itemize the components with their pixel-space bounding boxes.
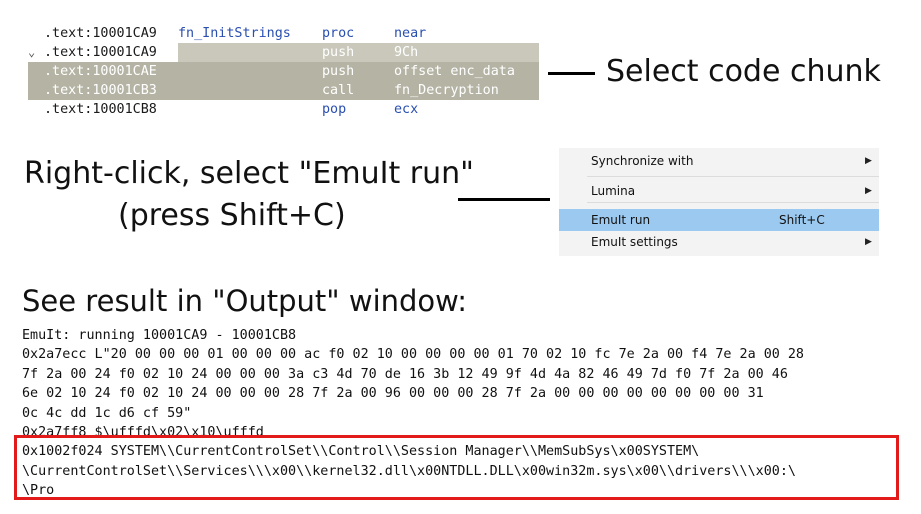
code-line[interactable]: ⌄ .text:10001CA9 push 9Ch — [20, 43, 580, 62]
code-address: .text:10001CA9 — [44, 26, 157, 41]
menu-pointer-line — [458, 198, 550, 201]
code-operand: 9Ch — [394, 45, 419, 60]
output-line: 6e 02 10 24 f0 02 10 24 00 00 00 28 7f 2… — [22, 386, 764, 402]
code-mnemonic: proc — [322, 26, 355, 41]
menu-item-label: Lumina — [591, 184, 636, 198]
output-line: EmuIt: running 10001CA9 - 10001CB8 — [22, 328, 297, 343]
context-menu: Synchronize with ▶ Lumina ▶ EmuIt run Shift+C… — [559, 148, 879, 256]
code-operand: near — [394, 26, 427, 41]
menu-item-lumina[interactable]: Lumina ▶ — [559, 180, 879, 202]
shortcut-callout: (press Shift+C) — [118, 198, 346, 233]
code-mnemonic: pop — [322, 102, 347, 117]
disassembly-listing[interactable]: .text:10001CA9 fn_InitStrings proc near ⌄ .te… — [20, 24, 580, 119]
submenu-arrow-icon: ▶ — [865, 186, 872, 196]
output-line: 0x2a7ecc L"20 00 00 00 01 00 00 00 ac f0… — [22, 347, 804, 363]
menu-item-emuit-settings[interactable]: EmuIt settings ▶ — [559, 231, 879, 253]
menu-separator — [587, 202, 879, 203]
menu-item-synchronize-with[interactable]: Synchronize with ▶ — [559, 150, 879, 172]
submenu-arrow-icon: ▶ — [865, 237, 872, 247]
menu-item-emuit-run[interactable]: EmuIt run Shift+C — [559, 209, 879, 231]
select-callout: Select code chunk — [606, 54, 881, 89]
code-operand: ecx — [394, 102, 419, 117]
menu-item-shortcut: Shift+C — [779, 213, 825, 227]
right-click-callout: Right-click, select "EmuIt run" — [24, 156, 474, 191]
code-address: .text:10001CAE — [44, 64, 157, 79]
collapse-chevron-icon: ⌄ — [28, 45, 36, 59]
code-line[interactable]: .text:10001CAE push offset enc_data — [20, 62, 580, 81]
result-callout: See result in "Output" window: — [22, 284, 468, 318]
output-line: 0c 4c dd 1c d6 cf 59" — [22, 405, 192, 421]
code-label: fn_InitStrings — [178, 26, 291, 41]
menu-item-label: EmuIt run — [591, 213, 651, 227]
code-address: .text:10001CB8 — [44, 102, 157, 117]
code-line[interactable]: .text:10001CB3 call fn_Decryption — [20, 81, 580, 100]
result-highlight-box — [14, 435, 899, 500]
code-mnemonic: push — [322, 64, 355, 79]
code-mnemonic: call — [322, 83, 355, 98]
code-mnemonic: push — [322, 45, 355, 60]
code-address: .text:10001CB3 — [44, 83, 157, 98]
menu-separator — [587, 176, 879, 177]
menu-item-label: Synchronize with — [591, 154, 694, 168]
code-operand: fn_Decryption — [394, 83, 499, 98]
output-line: 7f 2a 00 24 f0 02 10 24 00 00 00 3a c3 4… — [22, 366, 788, 382]
menu-item-label: EmuIt settings — [591, 235, 678, 249]
code-operand: offset enc_data — [394, 64, 515, 79]
submenu-arrow-icon: ▶ — [865, 156, 872, 166]
code-line[interactable]: .text:10001CA9 fn_InitStrings proc near — [20, 24, 580, 43]
select-pointer-line — [548, 72, 595, 75]
code-line[interactable]: .text:10001CB8 pop ecx — [20, 100, 580, 119]
code-address: .text:10001CA9 — [44, 45, 157, 60]
